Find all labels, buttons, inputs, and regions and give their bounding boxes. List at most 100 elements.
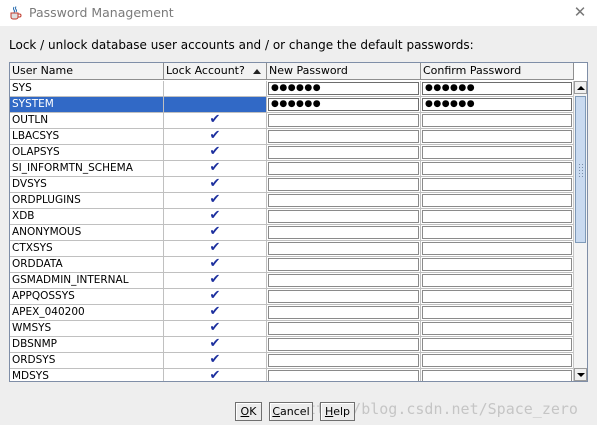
table-row[interactable]: ORDSYS ✔	[10, 353, 574, 369]
table-row[interactable]: OLAPSYS ✔	[10, 145, 574, 161]
new-password-field[interactable]	[268, 194, 419, 207]
lock-account-cell[interactable]: ✔	[164, 225, 267, 240]
user-name-cell[interactable]: LBACSYS	[10, 129, 164, 144]
lock-account-cell[interactable]: ✔	[164, 193, 267, 208]
confirm-password-field[interactable]	[422, 146, 572, 159]
lock-account-cell[interactable]: ✔	[164, 129, 267, 144]
confirm-password-field[interactable]	[422, 210, 572, 223]
lock-account-cell[interactable]: ✔	[164, 209, 267, 224]
confirm-password-field[interactable]	[422, 242, 572, 255]
new-password-field[interactable]	[268, 242, 419, 255]
table-row[interactable]: ORDDATA ✔	[10, 257, 574, 273]
new-password-field[interactable]	[268, 210, 419, 223]
table-row[interactable]: SYS ●●●●●● ●●●●●●	[10, 81, 574, 97]
user-name-cell[interactable]: DVSYS	[10, 177, 164, 192]
user-name-cell[interactable]: ORDPLUGINS	[10, 193, 164, 208]
new-password-field[interactable]: ●●●●●●	[268, 98, 419, 111]
user-name-cell[interactable]: MDSYS	[10, 369, 164, 381]
cancel-button[interactable]: Cancel	[269, 402, 313, 421]
new-password-field[interactable]	[268, 178, 419, 191]
confirm-password-field[interactable]	[422, 226, 572, 239]
table-row[interactable]: GSMADMIN_INTERNAL ✔	[10, 273, 574, 289]
scroll-down-button[interactable]	[574, 368, 587, 381]
new-password-field[interactable]	[268, 226, 419, 239]
confirm-password-field[interactable]	[422, 322, 572, 335]
lock-account-cell[interactable]: ✔	[164, 145, 267, 160]
lock-account-cell[interactable]: ✔	[164, 177, 267, 192]
column-header-lock-account[interactable]: Lock Account?	[164, 63, 267, 80]
confirm-password-field[interactable]	[422, 370, 572, 381]
confirm-password-field[interactable]	[422, 114, 572, 127]
table-row[interactable]: APPQOSSYS ✔	[10, 289, 574, 305]
confirm-password-field[interactable]	[422, 274, 572, 287]
table-row[interactable]: XDB ✔	[10, 209, 574, 225]
help-button[interactable]: Help	[320, 402, 355, 421]
user-name-cell[interactable]: APEX_040200	[10, 305, 164, 320]
user-name-cell[interactable]: CTXSYS	[10, 241, 164, 256]
user-name-cell[interactable]: WMSYS	[10, 321, 164, 336]
user-name-cell[interactable]: ANONYMOUS	[10, 225, 164, 240]
table-row[interactable]: SI_INFORMTN_SCHEMA ✔	[10, 161, 574, 177]
user-name-cell[interactable]: GSMADMIN_INTERNAL	[10, 273, 164, 288]
new-password-field[interactable]	[268, 114, 419, 127]
ok-button[interactable]: OK	[235, 402, 262, 421]
table-row[interactable]: SYSTEM ●●●●●● ●●●●●●	[10, 97, 574, 113]
table-row[interactable]: OUTLN ✔	[10, 113, 574, 129]
scroll-thumb[interactable]	[575, 96, 586, 243]
confirm-password-field[interactable]	[422, 354, 572, 367]
user-name-cell[interactable]: OLAPSYS	[10, 145, 164, 160]
user-name-cell[interactable]: SI_INFORMTN_SCHEMA	[10, 161, 164, 176]
new-password-field[interactable]	[268, 290, 419, 303]
lock-account-cell[interactable]: ✔	[164, 257, 267, 272]
lock-account-cell[interactable]: ✔	[164, 369, 267, 381]
new-password-field[interactable]	[268, 162, 419, 175]
user-name-cell[interactable]: SYS	[10, 81, 164, 96]
column-header-user-name[interactable]: User Name	[10, 63, 164, 80]
user-name-cell[interactable]: OUTLN	[10, 113, 164, 128]
new-password-field[interactable]	[268, 370, 419, 381]
lock-account-cell[interactable]	[164, 97, 267, 112]
vertical-scrollbar[interactable]	[573, 81, 587, 381]
table-row[interactable]: ANONYMOUS ✔	[10, 225, 574, 241]
column-header-new-password[interactable]: New Password	[267, 63, 421, 80]
confirm-password-field[interactable]	[422, 194, 572, 207]
user-name-cell[interactable]: XDB	[10, 209, 164, 224]
confirm-password-field[interactable]	[422, 258, 572, 271]
user-name-cell[interactable]: ORDSYS	[10, 353, 164, 368]
confirm-password-field[interactable]	[422, 338, 572, 351]
lock-account-cell[interactable]: ✔	[164, 337, 267, 352]
lock-account-cell[interactable]: ✔	[164, 321, 267, 336]
user-name-cell[interactable]: ORDDATA	[10, 257, 164, 272]
user-name-cell[interactable]: DBSNMP	[10, 337, 164, 352]
new-password-field[interactable]	[268, 258, 419, 271]
lock-account-cell[interactable]: ✔	[164, 305, 267, 320]
confirm-password-field[interactable]	[422, 130, 572, 143]
lock-account-cell[interactable]: ✔	[164, 273, 267, 288]
table-row[interactable]: DVSYS ✔	[10, 177, 574, 193]
confirm-password-field[interactable]	[422, 306, 572, 319]
lock-account-cell[interactable]: ✔	[164, 161, 267, 176]
confirm-password-field[interactable]: ●●●●●●	[422, 98, 572, 111]
scroll-up-button[interactable]	[574, 81, 587, 94]
new-password-field[interactable]	[268, 274, 419, 287]
user-name-cell[interactable]: SYSTEM	[10, 97, 164, 112]
new-password-field[interactable]: ●●●●●●	[268, 82, 419, 95]
lock-account-cell[interactable]	[164, 81, 267, 96]
confirm-password-field[interactable]: ●●●●●●	[422, 82, 572, 95]
new-password-field[interactable]	[268, 146, 419, 159]
new-password-field[interactable]	[268, 306, 419, 319]
table-row[interactable]: MDSYS ✔	[10, 369, 574, 381]
table-row[interactable]: DBSNMP ✔	[10, 337, 574, 353]
confirm-password-field[interactable]	[422, 162, 572, 175]
new-password-field[interactable]	[268, 338, 419, 351]
user-name-cell[interactable]: APPQOSSYS	[10, 289, 164, 304]
new-password-field[interactable]	[268, 322, 419, 335]
table-row[interactable]: ORDPLUGINS ✔	[10, 193, 574, 209]
table-row[interactable]: WMSYS ✔	[10, 321, 574, 337]
table-row[interactable]: APEX_040200 ✔	[10, 305, 574, 321]
table-row[interactable]: LBACSYS ✔	[10, 129, 574, 145]
close-button[interactable]: ✕	[563, 0, 597, 26]
new-password-field[interactable]	[268, 130, 419, 143]
lock-account-cell[interactable]: ✔	[164, 241, 267, 256]
column-header-confirm-password[interactable]: Confirm Password	[421, 63, 574, 80]
